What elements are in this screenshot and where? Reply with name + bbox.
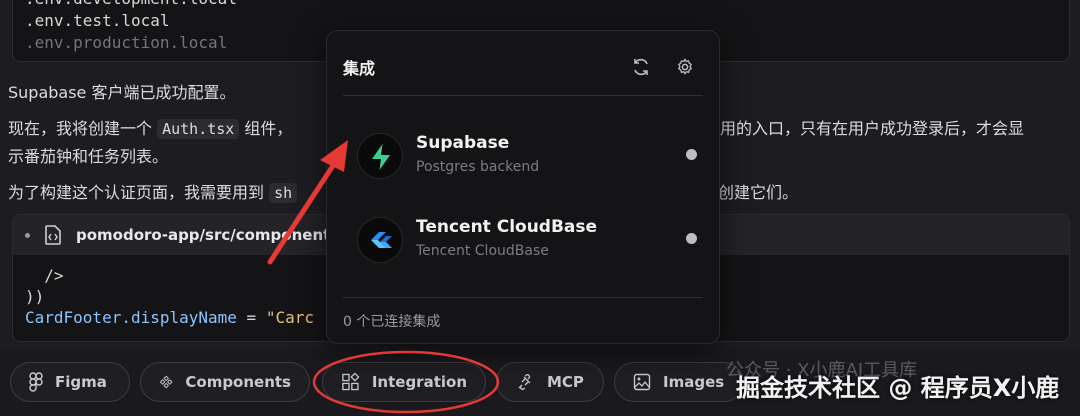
status-dot	[686, 149, 697, 160]
plug-icon	[518, 374, 531, 390]
integration-subtitle: Tencent CloudBase	[416, 243, 549, 259]
message-paragraph-right: 用的入口，只有在用户成功登录后，才会显	[720, 119, 1025, 138]
refresh-icon[interactable]	[631, 57, 651, 77]
components-label: Components	[185, 373, 291, 391]
message-paragraph: 示番茄钟和任务列表。	[8, 147, 169, 166]
integration-item-cloudbase[interactable]: Tencent CloudBase Tencent CloudBase	[357, 211, 697, 271]
bullet-icon	[25, 232, 30, 238]
figma-icon	[29, 372, 43, 392]
connected-count: 0 个已连接集成	[343, 314, 441, 330]
components-button[interactable]: Components	[140, 362, 310, 402]
integration-label: Integration	[371, 373, 467, 391]
integration-name: Supabase	[416, 133, 510, 153]
components-icon	[159, 375, 173, 389]
divider	[343, 297, 703, 298]
images-button[interactable]: Images	[614, 362, 744, 402]
figma-button[interactable]: Figma	[10, 362, 130, 402]
gear-icon[interactable]	[675, 57, 695, 77]
code-line: .env.development.local	[25, 0, 1057, 10]
message-paragraph: Supabase 客户端已成功配置。	[8, 83, 236, 102]
integration-name: Tencent CloudBase	[416, 217, 598, 237]
message-paragraph: 为了构建这个认证页面，我需要用到 sh	[8, 180, 298, 206]
mcp-button[interactable]: MCP	[496, 362, 604, 402]
inline-code: Auth.tsx	[157, 119, 240, 139]
code-line: .env.test.local	[25, 11, 170, 30]
code-file-icon	[45, 225, 61, 245]
file-path: pomodoro-app/src/components	[76, 226, 340, 244]
integration-icon	[342, 372, 360, 391]
figma-label: Figma	[55, 373, 107, 391]
mcp-label: MCP	[547, 373, 584, 391]
status-dot	[686, 233, 697, 244]
message-paragraph: 现在，我将创建一个 Auth.tsx 组件，	[8, 119, 293, 139]
integration-item-supabase[interactable]: Supabase Postgres backend	[357, 127, 697, 187]
integration-subtitle: Postgres backend	[416, 159, 540, 175]
divider	[343, 95, 703, 96]
integration-popover: 集成 Supabase Postgres backend Tencent Clo…	[326, 30, 720, 344]
message-paragraph-right: 创建它们。	[718, 183, 799, 202]
popover-title: 集成	[343, 59, 376, 78]
images-label: Images	[663, 373, 725, 391]
supabase-logo-icon	[357, 133, 403, 179]
image-icon	[633, 373, 651, 391]
integration-button[interactable]: Integration	[322, 362, 486, 402]
watermark: 掘金技术社区 @ 程序员X小鹿	[736, 374, 1060, 402]
cloudbase-logo-icon	[357, 217, 403, 263]
inline-code: sh	[269, 183, 298, 203]
